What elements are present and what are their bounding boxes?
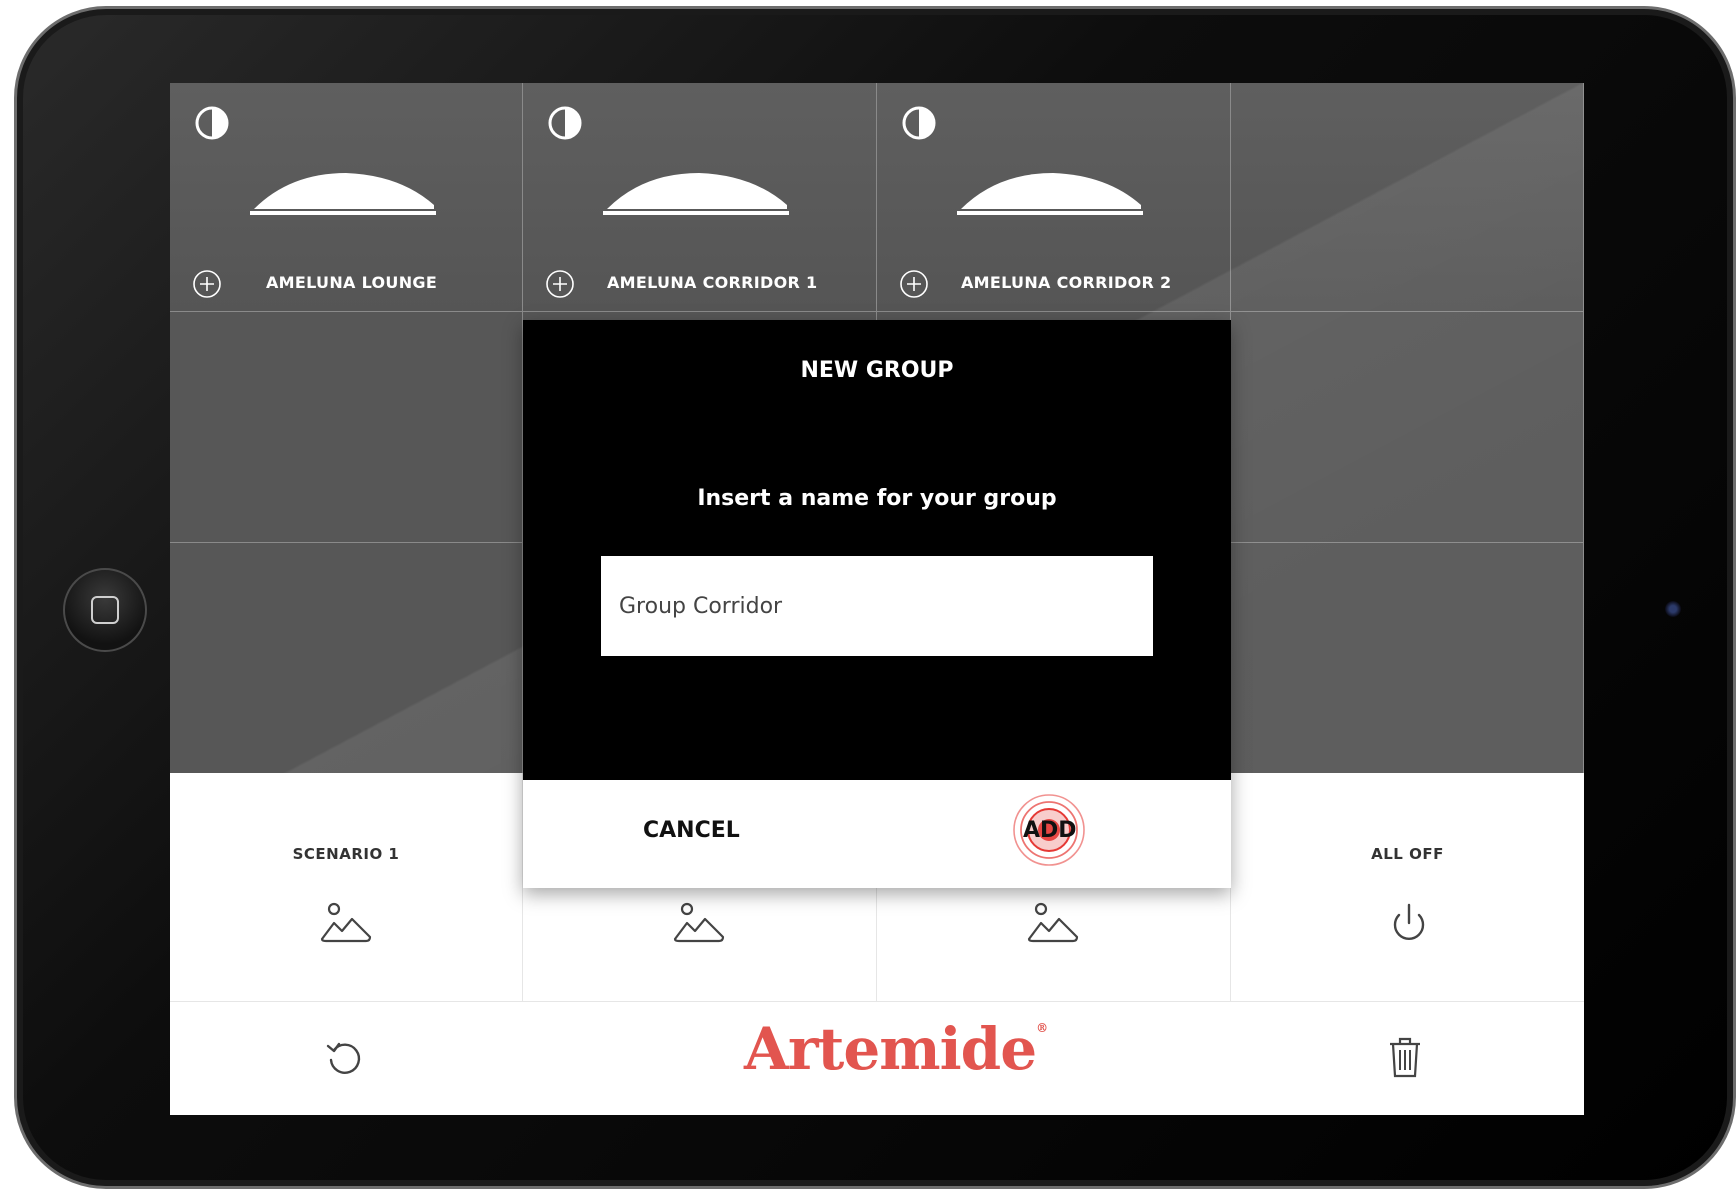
dialog-body: NEW GROUP Insert a name for your group <box>523 320 1231 780</box>
footer-bar: Artemide® <box>170 1002 1584 1115</box>
scenario-label: SCENARIO 1 <box>292 845 400 863</box>
add-circle-icon[interactable] <box>545 269 575 299</box>
dialog-title: NEW GROUP <box>800 358 954 383</box>
camera-icon <box>1665 601 1681 617</box>
lamp-tile-corridor-2[interactable]: AMELUNA CORRIDOR 2 <box>877 83 1231 312</box>
all-off-button[interactable]: ALL OFF <box>1231 773 1584 1002</box>
lamp-tile-corridor-1[interactable]: AMELUNA CORRIDOR 1 <box>523 83 877 312</box>
tile-label: AMELUNA CORRIDOR 1 <box>607 273 818 292</box>
power-icon <box>1393 903 1425 940</box>
dimmer-icon[interactable] <box>194 105 230 141</box>
dialog-prompt: Insert a name for your group <box>697 486 1057 511</box>
add-circle-icon[interactable] <box>899 269 929 299</box>
home-square-icon <box>91 596 119 624</box>
refresh-icon[interactable] <box>324 1038 364 1078</box>
landscape-scenario-icon <box>673 902 725 943</box>
new-group-dialog: NEW GROUP Insert a name for your group C… <box>523 320 1231 888</box>
ameluna-lamp-icon <box>603 173 789 215</box>
add-circle-icon[interactable] <box>192 269 222 299</box>
app-screen: AMELUNA LOUNGE AMELUNA CORRIDOR 1 AMELUN… <box>170 83 1584 1115</box>
ameluna-lamp-icon <box>957 173 1143 215</box>
scenario-label: ALL OFF <box>1371 845 1444 863</box>
group-name-input[interactable] <box>601 556 1153 656</box>
empty-tile[interactable] <box>1231 543 1584 773</box>
landscape-scenario-icon <box>1027 902 1079 943</box>
trash-icon[interactable] <box>1388 1036 1422 1078</box>
empty-tile[interactable] <box>1231 83 1584 312</box>
landscape-scenario-icon <box>320 902 372 943</box>
ameluna-lamp-icon <box>250 173 436 215</box>
artemide-logo: Artemide® <box>744 1020 1048 1078</box>
tile-label: AMELUNA LOUNGE <box>266 273 438 292</box>
dimmer-icon[interactable] <box>901 105 937 141</box>
lamp-tile-lounge[interactable]: AMELUNA LOUNGE <box>170 83 523 312</box>
dialog-actions: CANCEL ADD <box>523 780 1231 888</box>
tile-label: AMELUNA CORRIDOR 2 <box>961 273 1172 292</box>
brand-name: Artemide <box>744 1015 1037 1083</box>
empty-tile[interactable] <box>170 543 523 773</box>
cancel-button[interactable]: CANCEL <box>643 818 740 843</box>
empty-tile[interactable] <box>170 312 523 543</box>
empty-tile[interactable] <box>1231 312 1584 543</box>
registered-mark: ® <box>1036 1021 1048 1035</box>
add-button[interactable]: ADD <box>1023 818 1077 843</box>
home-button[interactable] <box>63 568 147 652</box>
scenario-1-button[interactable]: SCENARIO 1 <box>170 773 523 1002</box>
dimmer-icon[interactable] <box>547 105 583 141</box>
